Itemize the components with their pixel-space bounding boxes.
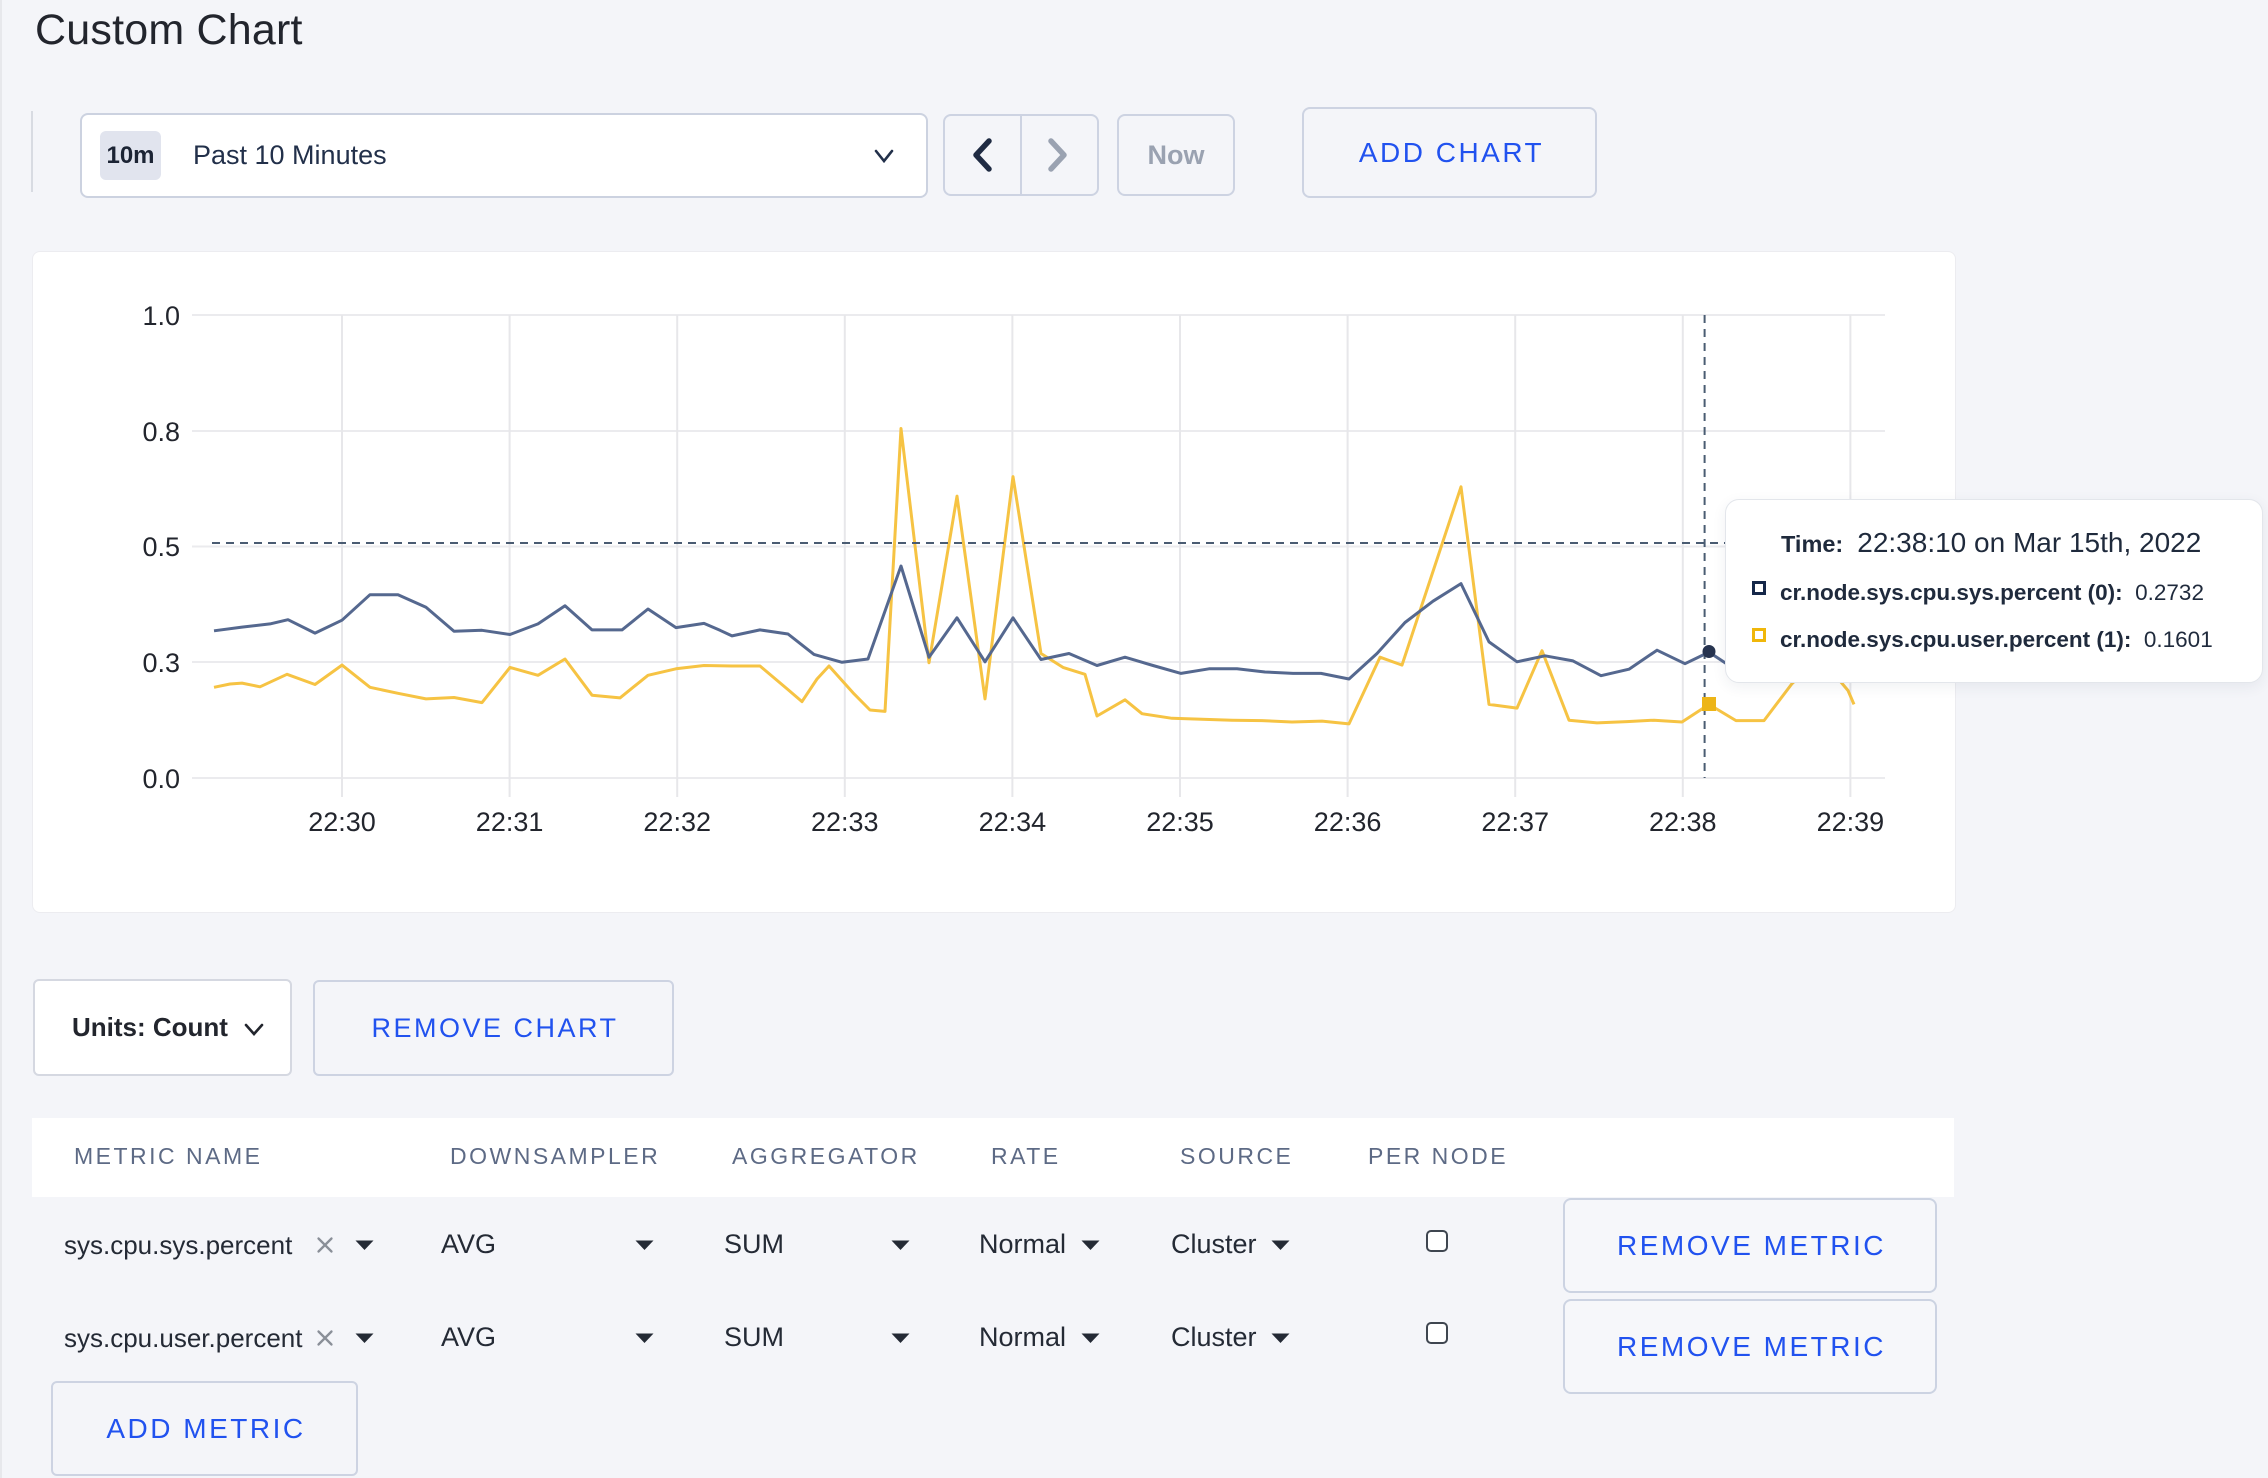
svg-text:22:30: 22:30 — [308, 807, 376, 837]
svg-text:1.0: 1.0 — [142, 301, 180, 331]
svg-text:22:39: 22:39 — [1817, 807, 1885, 837]
svg-text:0.3: 0.3 — [142, 648, 180, 678]
svg-text:22:38: 22:38 — [1649, 807, 1717, 837]
svg-text:0.8: 0.8 — [142, 417, 180, 447]
svg-text:22:37: 22:37 — [1481, 807, 1549, 837]
svg-text:22:35: 22:35 — [1146, 807, 1214, 837]
svg-text:0.0: 0.0 — [142, 764, 180, 794]
svg-text:22:32: 22:32 — [643, 807, 711, 837]
svg-text:22:33: 22:33 — [811, 807, 879, 837]
svg-text:22:34: 22:34 — [979, 807, 1047, 837]
svg-text:22:31: 22:31 — [476, 807, 544, 837]
svg-text:0.5: 0.5 — [142, 532, 180, 562]
svg-text:22:36: 22:36 — [1314, 807, 1382, 837]
